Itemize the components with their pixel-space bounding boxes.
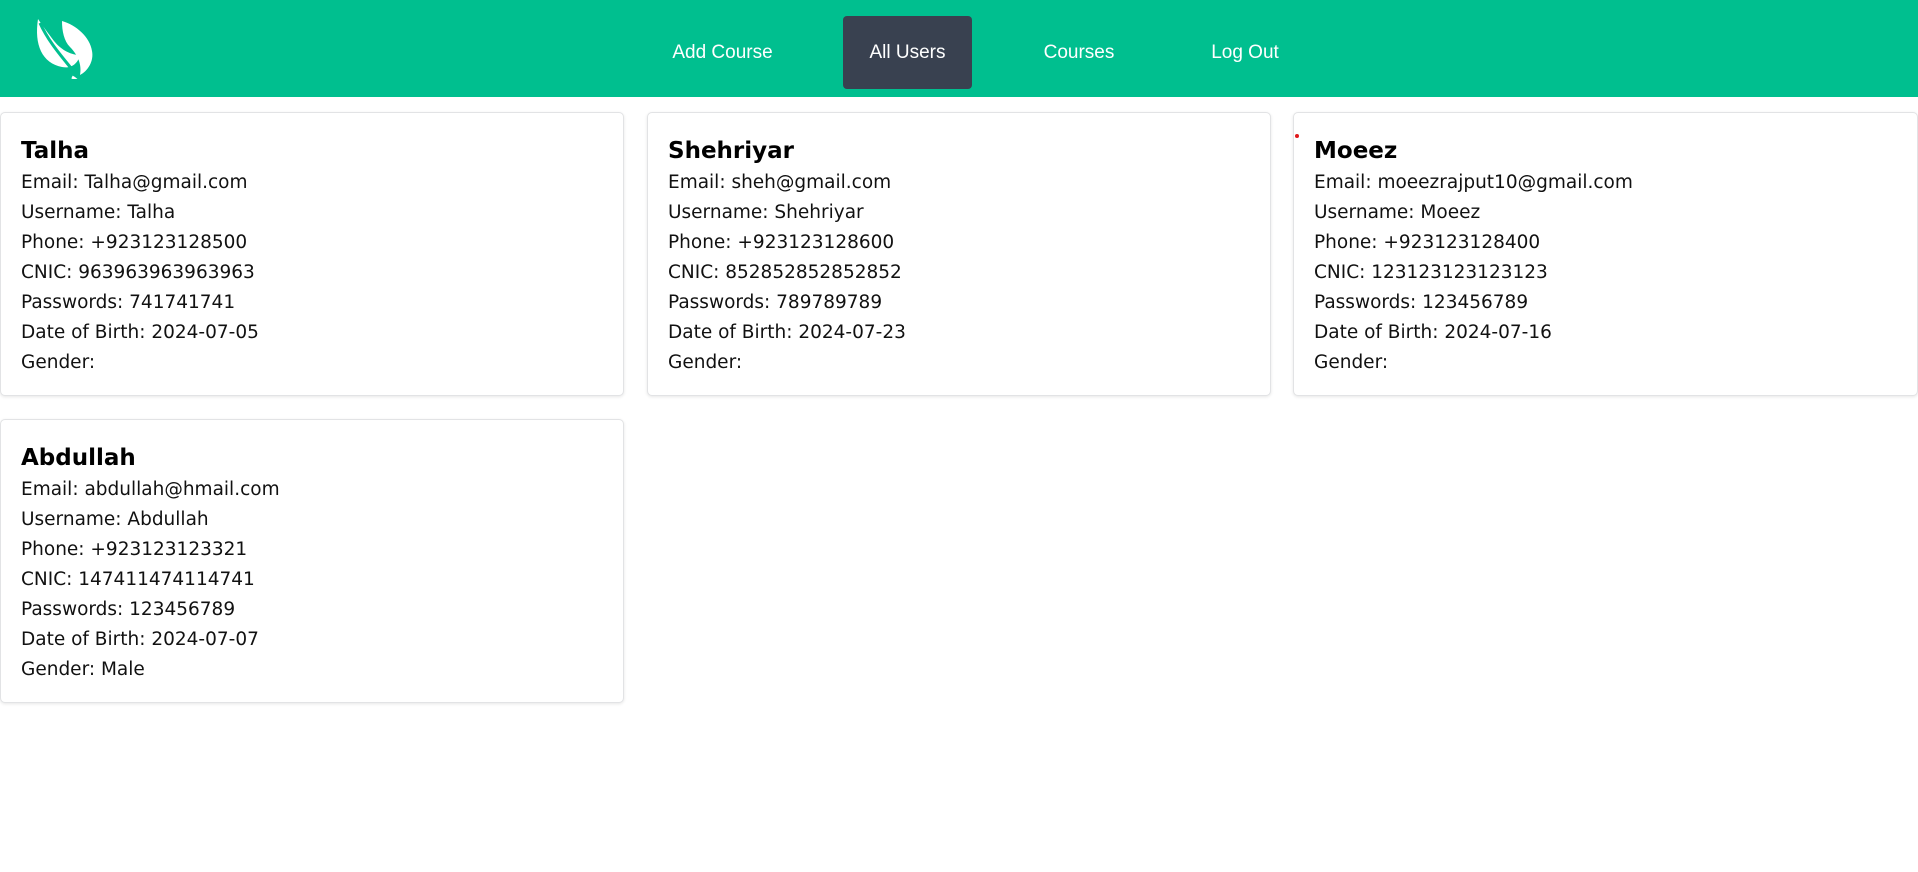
user-name: Abdullah	[21, 445, 136, 471]
leaf-logo-icon[interactable]	[32, 15, 96, 86]
user-email: Email: sheh@gmail.com	[668, 172, 892, 193]
user-dob: Date of Birth: 2024-07-23	[668, 322, 906, 343]
user-card: Shehriyar Email: sheh@gmail.com Username…	[647, 112, 1271, 396]
user-cnic: CNIC: 963963963963963	[21, 262, 255, 283]
user-dob: Date of Birth: 2024-07-16	[1314, 322, 1552, 343]
user-cnic: CNIC: 852852852852852	[668, 262, 902, 283]
user-email: Email: moeezrajput10@gmail.com	[1314, 172, 1633, 193]
user-dob: Date of Birth: 2024-07-05	[21, 322, 259, 343]
user-passwords: Passwords: 123456789	[21, 599, 236, 620]
user-name: Moeez	[1314, 138, 1398, 164]
user-cnic: CNIC: 147411474114741	[21, 569, 255, 590]
user-gender: Gender:	[668, 352, 743, 373]
user-cnic: CNIC: 123123123123123	[1314, 262, 1548, 283]
user-card: Moeez Email: moeezrajput10@gmail.com Use…	[1293, 112, 1918, 396]
top-navbar: Add Course All Users Courses Log Out	[0, 0, 1918, 97]
user-phone: Phone: +923123128400	[1314, 232, 1541, 253]
nav-log-out[interactable]: Log Out	[1197, 16, 1293, 89]
user-name: Talha	[21, 138, 90, 164]
nav-all-users[interactable]: All Users	[843, 16, 972, 89]
user-passwords: Passwords: 123456789	[1314, 292, 1529, 313]
user-card: Abdullah Email: abdullah@hmail.com Usern…	[0, 419, 624, 703]
user-gender: Gender:	[1314, 352, 1389, 373]
user-gender: Gender: Male	[21, 659, 145, 680]
user-name: Shehriyar	[668, 138, 794, 164]
user-phone: Phone: +923123123321	[21, 539, 248, 560]
user-username: Username: Abdullah	[21, 509, 209, 530]
nav-add-course[interactable]: Add Course	[650, 16, 795, 89]
user-phone: Phone: +923123128600	[668, 232, 895, 253]
user-username: Username: Shehriyar	[668, 202, 864, 223]
user-username: Username: Moeez	[1314, 202, 1481, 223]
user-dob: Date of Birth: 2024-07-07	[21, 629, 259, 650]
user-gender: Gender:	[21, 352, 96, 373]
user-email: Email: abdullah@hmail.com	[21, 479, 280, 500]
user-email: Email: Talha@gmail.com	[21, 172, 248, 193]
user-passwords: Passwords: 789789789	[668, 292, 883, 313]
nav-courses[interactable]: Courses	[1024, 16, 1134, 89]
user-card: Talha Email: Talha@gmail.com Username: T…	[0, 112, 624, 396]
cursor-dot	[1295, 134, 1299, 138]
user-phone: Phone: +923123128500	[21, 232, 248, 253]
user-passwords: Passwords: 741741741	[21, 292, 236, 313]
user-username: Username: Talha	[21, 202, 176, 223]
